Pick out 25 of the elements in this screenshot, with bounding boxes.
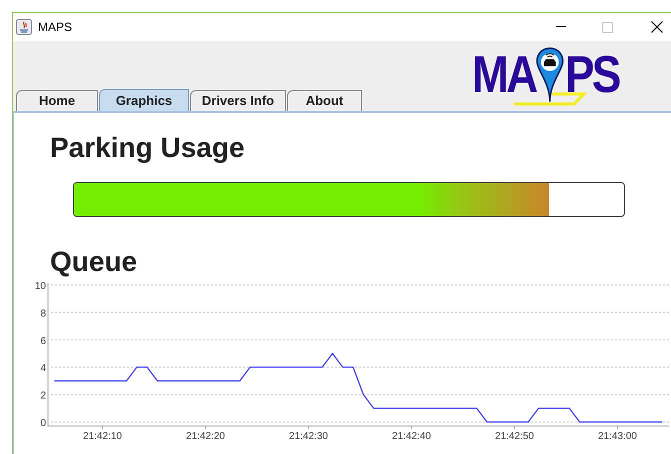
map-pin-icon [534, 46, 565, 104]
axis-tick-label: 4 [40, 363, 46, 374]
tab[interactable]: Graphics [99, 89, 189, 111]
axis-tick-label: 21:42:50 [495, 431, 534, 442]
app-icon [16, 19, 32, 35]
window-title: MAPS [38, 19, 72, 36]
axis-tick-label: 2 [40, 390, 46, 402]
logo-text: MA [472, 49, 536, 101]
axis-tick-label: 21:43:00 [598, 431, 637, 442]
axis-tick-label: 21:42:30 [289, 431, 328, 442]
minimize-icon[interactable] [556, 26, 566, 28]
axis-tick-label: 21:42:10 [83, 431, 122, 442]
axis-tick-label: 8 [40, 308, 46, 320]
chart-title: Queue [50, 246, 138, 278]
axis-tick-label: 21:42:20 [186, 431, 225, 442]
axis-tick-label: 0 [40, 418, 46, 429]
tab[interactable]: Home [16, 90, 98, 111]
logo-text: PS [564, 49, 618, 101]
tab[interactable]: Drivers Info [190, 90, 286, 111]
section-heading: Parking Usage [50, 132, 246, 164]
axis-tick-label: 6 [40, 336, 46, 347]
close-icon[interactable] [651, 21, 663, 33]
axis-tick-label: 21:42:40 [392, 431, 431, 442]
axis-tick-label: 10 [34, 281, 46, 292]
tab[interactable]: About [287, 90, 362, 111]
